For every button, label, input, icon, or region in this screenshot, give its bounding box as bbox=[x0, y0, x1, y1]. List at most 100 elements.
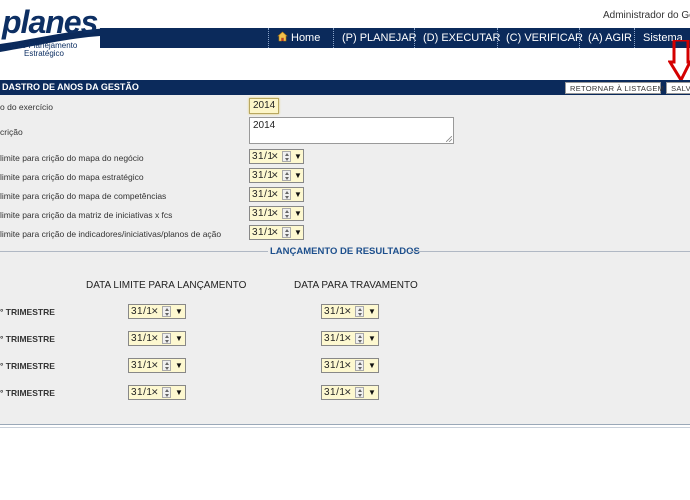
form-body bbox=[0, 95, 690, 424]
dropdown-arrow-icon[interactable]: ▼ bbox=[294, 150, 302, 163]
dropdown-arrow-icon[interactable]: ▼ bbox=[368, 305, 376, 318]
deadline-label-indicators: limite para crição de indicadores/inicia… bbox=[0, 229, 222, 239]
nav-planejar[interactable]: (P) PLANEJAR bbox=[333, 28, 417, 48]
date-value: 31/1 bbox=[131, 360, 153, 371]
description-label: crição bbox=[0, 127, 23, 137]
spinner-icon[interactable] bbox=[162, 387, 171, 398]
clear-x-icon[interactable]: ✕ bbox=[344, 332, 352, 345]
dropdown-arrow-icon[interactable]: ▼ bbox=[294, 207, 302, 220]
dropdown-arrow-icon[interactable]: ▼ bbox=[175, 305, 183, 318]
date-value: 31/1 bbox=[131, 333, 153, 344]
date-value: 31/1 bbox=[324, 360, 346, 371]
quarter-4-launch-date[interactable]: 31/1 ✕ ▼ bbox=[128, 385, 186, 400]
clear-x-icon[interactable]: ✕ bbox=[271, 226, 279, 239]
date-value: 31/1 bbox=[131, 306, 153, 317]
deadline-date-business-map[interactable]: 31/1 ✕ ▼ bbox=[249, 149, 304, 164]
form-bottom-border bbox=[0, 424, 690, 425]
clear-x-icon[interactable]: ✕ bbox=[271, 207, 279, 220]
quarter-label-1: ° TRIMESTRE bbox=[0, 307, 55, 317]
clear-x-icon[interactable]: ✕ bbox=[151, 305, 159, 318]
main-nav: Home (P) PLANEJAR (D) EXECUTAR (C) VERIF… bbox=[100, 28, 690, 48]
red-arrow-annotation bbox=[668, 40, 690, 84]
date-value: 31/1 bbox=[324, 333, 346, 344]
quarter-label-2: ° TRIMESTRE bbox=[0, 334, 55, 344]
spinner-icon[interactable] bbox=[355, 306, 364, 317]
dropdown-arrow-icon[interactable]: ▼ bbox=[294, 188, 302, 201]
year-label: o do exercício bbox=[0, 102, 53, 112]
dropdown-arrow-icon[interactable]: ▼ bbox=[294, 226, 302, 239]
deadline-label-business-map: limite para crição do mapa do negócio bbox=[0, 153, 144, 163]
fieldset-border-right bbox=[410, 251, 690, 252]
quarter-2-launch-date[interactable]: 31/1 ✕ ▼ bbox=[128, 331, 186, 346]
home-icon bbox=[277, 31, 288, 42]
user-greeting[interactable]: Administrador do Gep bbox=[603, 10, 690, 21]
deadline-label-initiatives-matrix: limite para crição da matriz de iniciati… bbox=[0, 210, 173, 220]
dropdown-arrow-icon[interactable]: ▼ bbox=[175, 359, 183, 372]
nav-agir[interactable]: (A) AGIR bbox=[579, 28, 632, 48]
dropdown-arrow-icon[interactable]: ▼ bbox=[294, 169, 302, 182]
dropdown-arrow-icon[interactable]: ▼ bbox=[368, 332, 376, 345]
app-header: planes o de Planejamento Estratégico Adm… bbox=[0, 0, 690, 58]
deadline-label-strategic-map: limite para crição do mapa estratégico bbox=[0, 172, 144, 182]
nav-home[interactable]: Home bbox=[268, 28, 320, 48]
dropdown-arrow-icon[interactable]: ▼ bbox=[368, 386, 376, 399]
date-value: 31/1 bbox=[324, 306, 346, 317]
date-value: 31/1 bbox=[131, 387, 153, 398]
dropdown-arrow-icon[interactable]: ▼ bbox=[368, 359, 376, 372]
spinner-icon[interactable] bbox=[162, 360, 171, 371]
quarter-3-launch-date[interactable]: 31/1 ✕ ▼ bbox=[128, 358, 186, 373]
spinner-icon[interactable] bbox=[355, 333, 364, 344]
column-header-lock-date: DATA PARA TRAVAMENTO bbox=[294, 280, 418, 291]
section-title: DASTRO DE ANOS DA GESTÃO bbox=[2, 82, 139, 92]
dropdown-arrow-icon[interactable]: ▼ bbox=[175, 332, 183, 345]
clear-x-icon[interactable]: ✕ bbox=[271, 150, 279, 163]
quarter-label-4: ° TRIMESTRE bbox=[0, 388, 55, 398]
description-textarea[interactable]: 2014 bbox=[249, 117, 454, 144]
logo-subtitle: o de Planejamento Estratégico bbox=[10, 41, 78, 58]
spinner-icon[interactable] bbox=[282, 189, 291, 200]
spinner-icon[interactable] bbox=[282, 170, 291, 181]
nav-verificar[interactable]: (C) VERIFICAR bbox=[497, 28, 583, 48]
resize-grip-icon[interactable] bbox=[446, 136, 452, 142]
spinner-icon[interactable] bbox=[282, 151, 291, 162]
clear-x-icon[interactable]: ✕ bbox=[344, 359, 352, 372]
spinner-icon[interactable] bbox=[282, 227, 291, 238]
nav-executar[interactable]: (D) EXECUTAR bbox=[414, 28, 500, 48]
deadline-date-competencies-map[interactable]: 31/1 ✕ ▼ bbox=[249, 187, 304, 202]
deadline-date-indicators[interactable]: 31/1 ✕ ▼ bbox=[249, 225, 304, 240]
deadline-date-strategic-map[interactable]: 31/1 ✕ ▼ bbox=[249, 168, 304, 183]
dropdown-arrow-icon[interactable]: ▼ bbox=[175, 386, 183, 399]
description-text: 2014 bbox=[253, 120, 276, 131]
deadline-date-initiatives-matrix[interactable]: 31/1 ✕ ▼ bbox=[249, 206, 304, 221]
clear-x-icon[interactable]: ✕ bbox=[151, 386, 159, 399]
return-to-list-button[interactable]: RETORNAR À LISTAGEM bbox=[565, 82, 664, 94]
deadline-label-competencies-map: limite para crição do mapa de competênci… bbox=[0, 191, 167, 201]
clear-x-icon[interactable]: ✕ bbox=[344, 305, 352, 318]
section-header-bar: DASTRO DE ANOS DA GESTÃO RETORNAR À LIST… bbox=[0, 80, 690, 95]
quarter-label-3: ° TRIMESTRE bbox=[0, 361, 55, 371]
clear-x-icon[interactable]: ✕ bbox=[151, 332, 159, 345]
fieldset-border-left bbox=[0, 251, 268, 252]
form-bottom-border-secondary bbox=[0, 427, 690, 428]
nav-home-label: Home bbox=[291, 32, 321, 44]
quarter-3-lock-date[interactable]: 31/1 ✕ ▼ bbox=[321, 358, 379, 373]
spinner-icon[interactable] bbox=[282, 208, 291, 219]
spinner-icon[interactable] bbox=[355, 387, 364, 398]
clear-x-icon[interactable]: ✕ bbox=[271, 169, 279, 182]
logo-text[interactable]: planes bbox=[2, 4, 98, 41]
spinner-icon[interactable] bbox=[162, 333, 171, 344]
quarter-4-lock-date[interactable]: 31/1 ✕ ▼ bbox=[321, 385, 379, 400]
spinner-icon[interactable] bbox=[162, 306, 171, 317]
clear-x-icon[interactable]: ✕ bbox=[271, 188, 279, 201]
quarter-2-lock-date[interactable]: 31/1 ✕ ▼ bbox=[321, 331, 379, 346]
quarter-1-lock-date[interactable]: 31/1 ✕ ▼ bbox=[321, 304, 379, 319]
quarter-1-launch-date[interactable]: 31/1 ✕ ▼ bbox=[128, 304, 186, 319]
date-value: 31/1 bbox=[324, 387, 346, 398]
column-header-launch-date: DATA LIMITE PARA LANÇAMENTO bbox=[86, 280, 247, 291]
save-button[interactable]: SALV bbox=[666, 82, 690, 94]
results-fieldset-legend: LANÇAMENTO DE RESULTADOS bbox=[270, 246, 420, 257]
year-input[interactable]: 2014 bbox=[249, 98, 279, 114]
spinner-icon[interactable] bbox=[355, 360, 364, 371]
clear-x-icon[interactable]: ✕ bbox=[151, 359, 159, 372]
clear-x-icon[interactable]: ✕ bbox=[344, 386, 352, 399]
